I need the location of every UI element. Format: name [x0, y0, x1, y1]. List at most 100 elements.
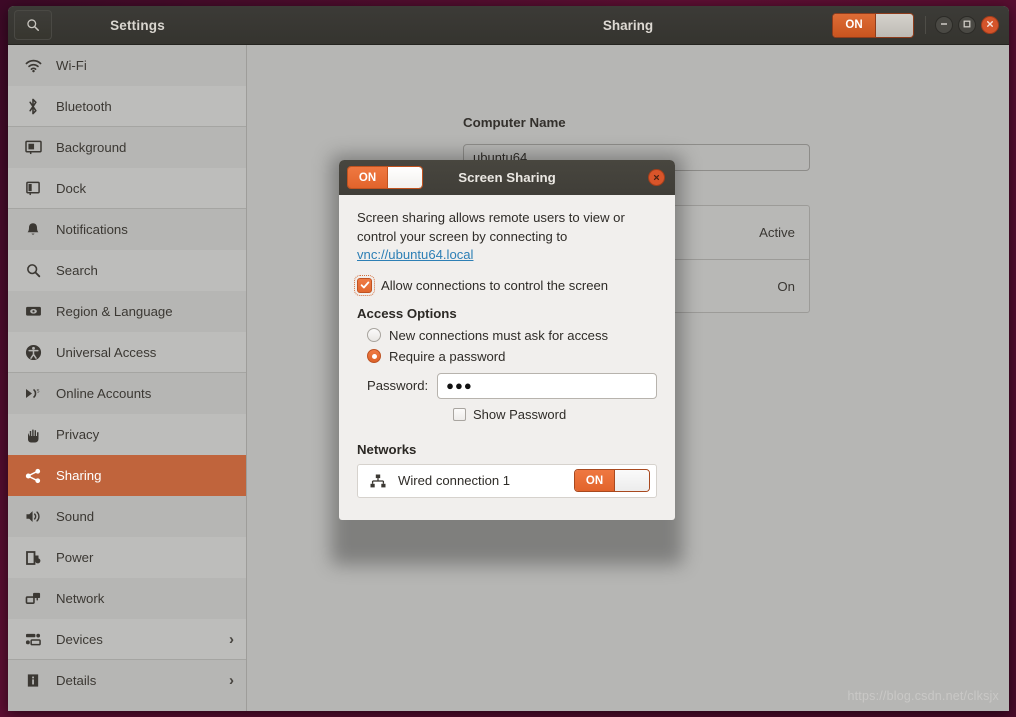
show-password-row[interactable]: Show Password	[453, 407, 657, 422]
sidebar-item-universal-access[interactable]: Universal Access	[8, 332, 246, 373]
radio-row-require-password[interactable]: Require a password	[357, 349, 657, 364]
sidebar-item-label: Details	[56, 673, 97, 688]
sidebar-item-label: Network	[56, 591, 105, 606]
radio-ask-access[interactable]	[367, 328, 381, 343]
chevron-right-icon: ›	[229, 630, 234, 648]
search-icon	[26, 18, 40, 32]
sidebar-item-region-language[interactable]: Region & Language	[8, 291, 246, 332]
online-accounts-icon: s	[22, 385, 44, 403]
devices-icon	[22, 630, 44, 648]
access-options-title: Access Options	[357, 305, 457, 321]
sidebar-item-label: Online Accounts	[56, 386, 152, 401]
close-icon	[985, 16, 995, 34]
network-toggle[interactable]: ON	[574, 469, 650, 493]
show-password-checkbox[interactable]	[453, 407, 466, 421]
bell-icon	[22, 221, 44, 239]
settings-title: Settings	[110, 17, 165, 33]
sharing-master-toggle-knob	[875, 13, 913, 37]
maximize-icon	[962, 16, 972, 34]
sidebar-item-label: Sharing	[56, 468, 102, 483]
sidebar-item-dock[interactable]: Dock	[8, 168, 246, 209]
sidebar-item-sound[interactable]: Sound	[8, 496, 246, 537]
region-language-icon	[22, 303, 44, 321]
sidebar-item-sharing[interactable]: Sharing	[8, 455, 246, 496]
dialog-close-button[interactable]	[648, 169, 665, 186]
minimize-icon	[939, 16, 949, 34]
chevron-right-icon: ›	[229, 672, 234, 689]
maximize-button[interactable]	[958, 16, 976, 34]
bluetooth-icon	[22, 97, 44, 115]
close-button[interactable]	[981, 16, 999, 34]
screen-sharing-toggle-knob	[387, 167, 422, 188]
power-icon	[22, 549, 44, 567]
sidebar-item-network[interactable]: Network	[8, 578, 246, 619]
network-toggle-label: ON	[575, 470, 614, 492]
sidebar-item-details[interactable]: Details ›	[8, 660, 246, 701]
network-toggle-knob	[614, 470, 649, 492]
radio-require-password[interactable]	[367, 349, 381, 364]
show-password-label: Show Password	[473, 406, 567, 422]
wired-network-icon	[368, 474, 388, 488]
svg-text:s: s	[37, 389, 40, 395]
radio-dot	[371, 353, 377, 359]
radio-ask-access-label: New connections must ask for access	[389, 327, 609, 343]
privacy-hand-icon	[22, 426, 44, 444]
sidebar-item-bluetooth[interactable]: Bluetooth	[8, 86, 246, 127]
allow-control-checkbox[interactable]	[354, 274, 375, 296]
sidebar-item-power[interactable]: Power	[8, 537, 246, 578]
settings-sidebar: Wi-Fi Bluetooth Background Dock Notifica…	[8, 45, 247, 711]
dialog-body: Screen sharing allows remote users to vi…	[339, 195, 675, 520]
sidebar-item-notifications[interactable]: Notifications	[8, 209, 246, 250]
network-list: Wired connection 1 ON	[357, 463, 657, 498]
details-info-icon	[22, 672, 44, 690]
password-input[interactable]	[437, 372, 657, 399]
sidebar-item-label: Power	[56, 550, 94, 565]
sound-icon	[22, 508, 44, 526]
sharing-master-toggle[interactable]: ON	[832, 12, 914, 38]
window-titlebar: Settings Sharing ON	[8, 6, 1009, 45]
titlebar-right-section: Sharing ON	[247, 6, 1009, 44]
search-icon	[22, 262, 44, 280]
sidebar-item-devices[interactable]: Devices ›	[8, 619, 246, 660]
minimize-button[interactable]	[935, 16, 953, 34]
sidebar-item-background[interactable]: Background	[8, 127, 246, 168]
computer-name-label: Computer Name	[463, 115, 566, 130]
sharing-icon	[22, 467, 44, 485]
dialog-description-text: Screen sharing allows remote users to vi…	[357, 210, 625, 244]
sidebar-item-label: Background	[56, 140, 127, 155]
sidebar-item-label: Privacy	[56, 427, 100, 442]
sidebar-item-search[interactable]: Search	[8, 250, 246, 291]
universal-access-icon	[22, 343, 44, 361]
sidebar-item-label: Region & Language	[56, 304, 173, 319]
sidebar-item-online-accounts[interactable]: s Online Accounts	[8, 373, 246, 414]
sidebar-item-privacy[interactable]: Privacy	[8, 414, 246, 455]
sidebar-item-label: Universal Access	[56, 344, 157, 360]
radio-row-ask-access[interactable]: New connections must ask for access	[357, 328, 657, 343]
background-icon	[22, 139, 44, 157]
dialog-description: Screen sharing allows remote users to vi…	[357, 209, 657, 265]
wifi-icon	[22, 57, 44, 75]
close-icon	[652, 169, 661, 187]
sidebar-item-label: Sound	[56, 509, 95, 524]
status-badge: Active	[759, 225, 795, 240]
dialog-titlebar: ON Screen Sharing	[339, 160, 675, 195]
vnc-address-link[interactable]: vnc://ubuntu64.local	[357, 247, 473, 262]
password-label: Password:	[367, 378, 429, 394]
allow-control-row[interactable]: Allow connections to control the screen	[354, 274, 657, 296]
password-row: Password:	[367, 372, 657, 399]
screen-sharing-toggle-label: ON	[348, 167, 387, 188]
allow-control-label: Allow connections to control the screen	[381, 277, 609, 293]
screen-sharing-dialog: ON Screen Sharing Screen sharing allows …	[339, 160, 675, 520]
search-button[interactable]	[14, 10, 52, 40]
sidebar-item-label: Notifications	[56, 222, 128, 237]
sidebar-item-wifi[interactable]: Wi-Fi	[8, 45, 246, 86]
sidebar-item-label: Wi-Fi	[56, 58, 87, 73]
sidebar-item-label: Dock	[56, 180, 87, 196]
window-controls	[925, 16, 999, 34]
screen-sharing-toggle[interactable]: ON	[347, 166, 423, 189]
network-icon	[22, 590, 44, 608]
network-name: Wired connection 1	[398, 473, 511, 489]
sidebar-item-label: Bluetooth	[56, 98, 112, 114]
dock-icon	[22, 179, 44, 197]
sidebar-item-label: Search	[56, 263, 98, 278]
